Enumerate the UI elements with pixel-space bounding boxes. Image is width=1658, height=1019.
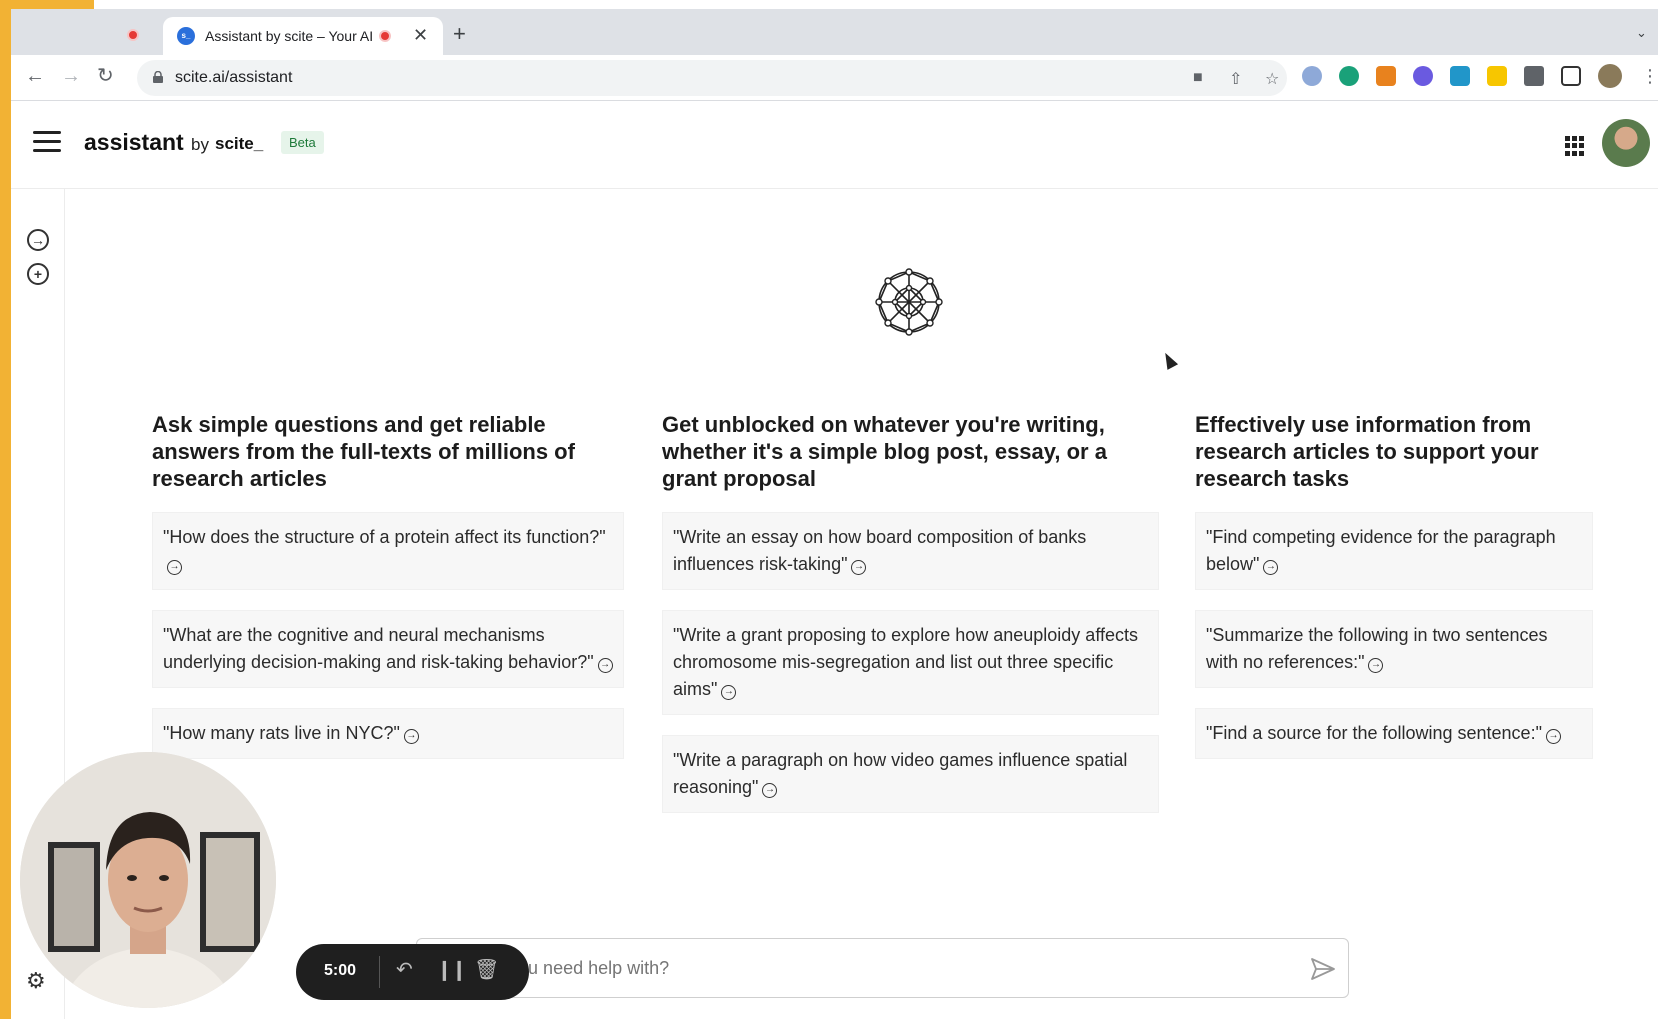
brand-by: by [191,135,209,154]
browser-toolbar: ← → ↻ scite.ai/assistant ■ ⇧ ☆ ⋮ [11,55,1658,101]
recording-controls: 5:00 ↶ ❙❙ 🗑 [296,944,529,1000]
prompt-text: "Find competing evidence for the paragra… [1206,527,1556,574]
tab-inactive[interactable] [103,21,158,51]
recording-timer: 5:00 [324,962,357,979]
send-icon[interactable] [1310,957,1336,981]
puzzle-extensions-icon[interactable] [1524,66,1544,86]
prompt-text: "How does the structure of a protein aff… [163,527,606,547]
plus-circle-icon[interactable]: + [27,263,49,285]
arrow-circle-right-icon[interactable]: → [27,229,49,251]
tab-bar: s_ Assistant by scite – Your AI ✕ + ⌄ [11,9,1658,55]
close-tab-icon[interactable]: ✕ [413,25,428,46]
prompt-card[interactable]: "Write an essay on how board composition… [662,512,1159,590]
tab-active[interactable]: s_ Assistant by scite – Your AI ✕ [163,17,443,55]
bookmark-star-icon[interactable]: ☆ [1265,69,1279,89]
prompt-card[interactable]: "How does the structure of a protein aff… [152,512,624,590]
presenter-image [20,752,276,1008]
screen-frame-top-blank [94,0,1658,9]
back-icon[interactable]: ← [25,65,45,87]
divider [379,956,380,988]
column-heading: Get unblocked on whatever you're writing… [662,412,1107,491]
extension-icon[interactable] [1302,66,1322,86]
profile-avatar-icon[interactable] [1598,64,1622,88]
column-questions: Ask simple questions and get reliable an… [152,411,624,779]
arrow-circle-right-icon: → [1368,658,1384,673]
prompt-text: "Write a grant proposing to explore how … [673,625,1139,699]
new-tab-button[interactable]: + [453,23,466,45]
arrow-circle-right-icon: → [721,685,737,700]
lock-icon [153,71,163,83]
chevron-down-icon[interactable]: ⌄ [1636,25,1647,41]
recording-dot-icon [379,30,391,42]
column-heading: Ask simple questions and get reliable an… [152,412,575,491]
prompt-card[interactable]: "What are the cognitive and neural mecha… [152,610,624,688]
arrow-circle-right-icon: → [1545,729,1561,744]
app-header: assistant by scite_ Beta [11,101,1658,189]
tab-title: Assistant by scite – Your AI [205,28,374,44]
share-icon[interactable]: ⇧ [1229,69,1242,89]
metamask-extension-icon[interactable] [1376,66,1396,86]
side-panel-icon[interactable] [1561,66,1581,86]
prompt-card[interactable]: "Find a source for the following sentenc… [1195,708,1593,759]
arrow-circle-right-icon: → [851,560,867,575]
chat-input-box[interactable] [416,938,1349,998]
reload-icon[interactable]: ↻ [97,65,114,87]
prompt-text: "How many rats live in NYC?" [163,723,400,743]
chat-input[interactable] [437,954,1257,982]
column-heading: Effectively use information from researc… [1195,412,1539,491]
prompt-text: "Find a source for the following sentenc… [1206,723,1542,743]
company-name: scite_ [215,134,264,153]
prompt-card[interactable]: "Find competing evidence for the paragra… [1195,512,1593,590]
prompt-card[interactable]: "Write a grant proposing to explore how … [662,610,1159,715]
arrow-circle-right-icon: → [403,729,419,744]
undo-icon[interactable]: ↶ [396,957,413,982]
address-bar[interactable]: scite.ai/assistant ■ ⇧ ☆ [137,60,1287,96]
arrow-circle-right-icon: → [762,783,778,798]
camera-icon[interactable]: ■ [1193,69,1203,87]
grammarly-extension-icon[interactable] [1339,66,1359,86]
trash-icon[interactable]: 🗑 [474,957,499,982]
screen-frame-top [0,0,94,9]
pause-icon[interactable]: ❙❙ [436,957,467,982]
mouse-cursor-icon [1159,350,1179,370]
scite-brain-logo-icon [875,268,943,336]
extension-icon[interactable] [1413,66,1433,86]
webcam-video [20,752,276,1008]
avatar[interactable] [1602,119,1650,167]
column-research: Effectively use information from researc… [1195,411,1593,779]
column-writing: Get unblocked on whatever you're writing… [662,411,1159,833]
arrow-circle-right-icon: → [1263,560,1279,575]
arrow-circle-right-icon: → [167,560,182,575]
extension-icon[interactable] [1487,66,1507,86]
menu-icon[interactable] [33,131,61,153]
apps-grid-icon[interactable] [1565,136,1585,156]
url-text: scite.ai/assistant [175,69,293,86]
screen-frame-left [0,0,11,1019]
prompt-text: "What are the cognitive and neural mecha… [163,625,594,672]
kebab-menu-icon[interactable]: ⋮ [1641,65,1658,87]
prompt-card[interactable]: "How many rats live in NYC?" → [152,708,624,759]
extension-icon[interactable] [1450,66,1470,86]
prompt-card[interactable]: "Write a paragraph on how video games in… [662,735,1159,813]
prompt-card[interactable]: "Summarize the following in two sentence… [1195,610,1593,688]
forward-icon[interactable]: → [61,65,81,87]
brand-name[interactable]: assistant [84,129,184,156]
recording-dot-icon [127,29,139,41]
gear-icon[interactable]: ⚙ [26,968,46,994]
arrow-circle-right-icon: → [597,658,613,673]
prompt-text: "Write an essay on how board composition… [673,527,1087,574]
prompt-text: "Write a paragraph on how video games in… [673,750,1128,797]
scite-favicon-icon: s_ [177,27,195,45]
beta-badge: Beta [281,131,324,154]
